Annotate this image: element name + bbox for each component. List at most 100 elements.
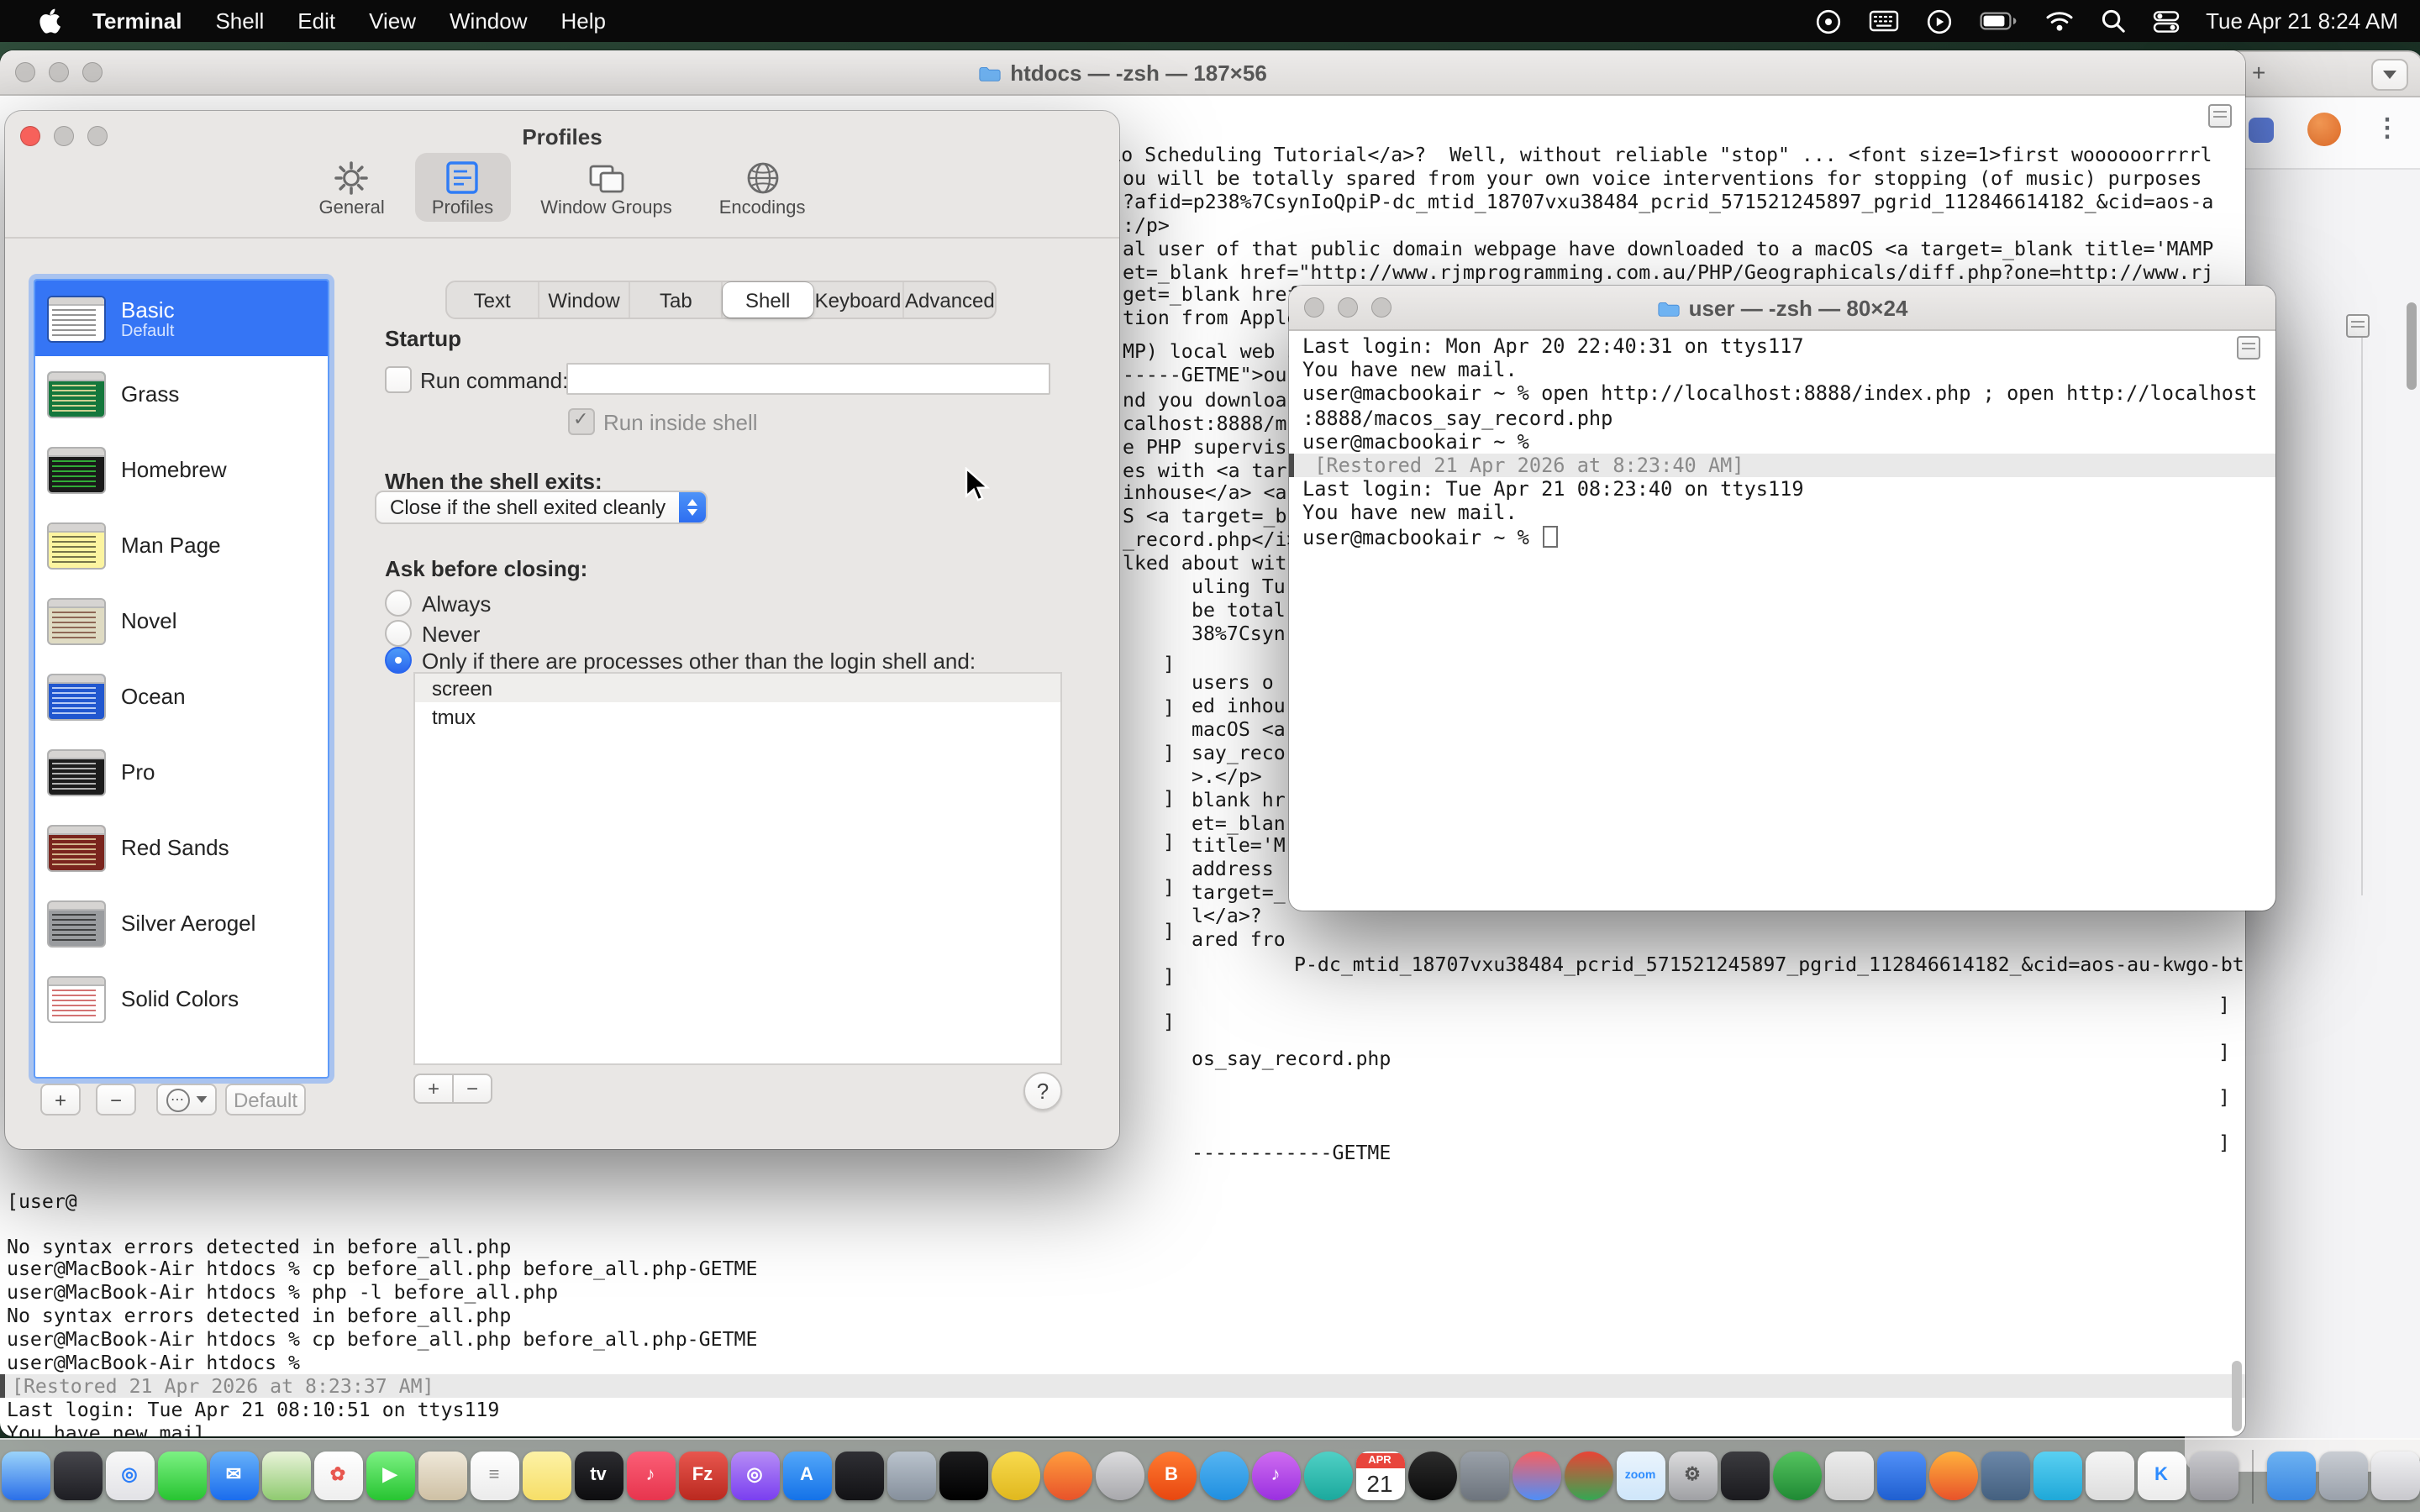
ask-option-0[interactable]: Always xyxy=(385,590,491,617)
dock-filezilla[interactable]: Fz xyxy=(678,1452,727,1500)
profile-novel[interactable]: Novel xyxy=(35,583,328,659)
remove-process-button[interactable]: − xyxy=(452,1074,492,1104)
dock-maps[interactable] xyxy=(261,1452,310,1500)
dock-app-steel[interactable] xyxy=(1981,1452,2029,1500)
dock-mail[interactable]: ✉ xyxy=(209,1452,258,1500)
dock-preview[interactable] xyxy=(886,1452,935,1500)
menu-shell[interactable]: Shell xyxy=(198,8,281,34)
dock-zoom[interactable]: zoom xyxy=(1616,1452,1665,1500)
tab-window[interactable]: Window xyxy=(539,282,630,318)
dock-app-grid[interactable] xyxy=(2189,1452,2238,1500)
logi-options-icon[interactable] xyxy=(1814,8,1841,34)
dock-app-blue[interactable] xyxy=(1876,1452,1925,1500)
profile-solid-colors[interactable]: Solid Colors xyxy=(35,961,328,1037)
dock-system-preferences[interactable]: ⚙ xyxy=(1668,1452,1717,1500)
process-row[interactable]: screen xyxy=(415,674,1060,702)
menu-window[interactable]: Window xyxy=(433,8,544,34)
run-inside-shell-checkbox[interactable] xyxy=(568,408,595,435)
app-menu-terminal[interactable]: Terminal xyxy=(76,8,198,34)
dock-contacts[interactable] xyxy=(418,1452,466,1500)
run-command-checkbox[interactable] xyxy=(385,366,412,393)
close-button[interactable] xyxy=(1304,297,1324,318)
profile-homebrew[interactable]: Homebrew xyxy=(35,432,328,507)
chevron-down-icon[interactable] xyxy=(2371,59,2408,91)
dock-keynote[interactable]: K xyxy=(2137,1452,2186,1500)
dock-telegram[interactable] xyxy=(1199,1452,1248,1500)
titlebar[interactable]: htdocs — -zsh — 187×56 xyxy=(0,50,2245,96)
dock-music[interactable]: ♪ xyxy=(626,1452,675,1500)
dock-firefox[interactable] xyxy=(1928,1452,1977,1500)
titlebar[interactable]: user — -zsh — 80×24 xyxy=(1289,286,2275,331)
dock-quicktime[interactable] xyxy=(939,1452,987,1500)
dock-app-orange[interactable] xyxy=(1043,1452,1092,1500)
close-button[interactable] xyxy=(15,62,35,82)
browser-avatar[interactable] xyxy=(2307,113,2341,146)
profile-basic[interactable]: BasicDefault xyxy=(35,281,328,356)
zoom-button[interactable] xyxy=(1371,297,1392,318)
screen-record-icon[interactable] xyxy=(1925,8,1952,34)
dock-tv[interactable]: tv xyxy=(574,1452,623,1500)
dock-documents-stack[interactable] xyxy=(2318,1452,2367,1500)
dock-launchpad[interactable] xyxy=(53,1452,102,1500)
add-process-button[interactable]: + xyxy=(413,1074,454,1104)
tab-text[interactable]: Text xyxy=(447,282,539,318)
dock-calendar[interactable]: APR21 xyxy=(1355,1452,1404,1500)
zoom-button[interactable] xyxy=(82,62,103,82)
profile-ocean[interactable]: Ocean xyxy=(35,659,328,734)
radio-button[interactable] xyxy=(385,620,412,647)
dock-app-green[interactable] xyxy=(1772,1452,1821,1500)
shell-exit-dropdown[interactable]: Close if the shell exited cleanly xyxy=(375,491,708,524)
menu-bar-clock[interactable]: Tue Apr 21 8:24 AM xyxy=(2206,8,2398,34)
dock-messages[interactable] xyxy=(157,1452,206,1500)
wifi-icon[interactable] xyxy=(2044,10,2073,32)
terminal-window-user[interactable]: user — -zsh — 80×24 Last login: Mon Apr … xyxy=(1289,286,2275,911)
battery-icon[interactable] xyxy=(1979,12,2018,30)
profile-grass[interactable]: Grass xyxy=(35,356,328,432)
remove-profile-button[interactable]: − xyxy=(96,1084,136,1116)
toolbar-encodings[interactable]: Encodings xyxy=(702,153,823,222)
scrollbar[interactable] xyxy=(2407,302,2417,390)
dock-safari[interactable]: ◎ xyxy=(105,1452,154,1500)
profile-pro[interactable]: Pro xyxy=(35,734,328,810)
dock-app-dark[interactable] xyxy=(1720,1452,1769,1500)
new-tab-icon[interactable]: + xyxy=(2252,59,2265,86)
toolbar-window-groups[interactable]: Window Groups xyxy=(523,153,689,222)
dock-app-silver[interactable] xyxy=(1095,1452,1144,1500)
menu-help[interactable]: Help xyxy=(544,8,623,34)
dock-photos[interactable]: ✿ xyxy=(313,1452,362,1500)
help-button[interactable]: ? xyxy=(1023,1072,1062,1110)
browser-extension-icon[interactable] xyxy=(2249,118,2274,143)
dock-app-cyan[interactable] xyxy=(2033,1452,2081,1500)
radio-button[interactable] xyxy=(385,590,412,617)
profile-actions-menu-button[interactable]: ⋯ xyxy=(156,1084,217,1116)
apple-menu-icon[interactable] xyxy=(24,8,76,34)
dock-notes[interactable] xyxy=(522,1452,571,1500)
dock-facetime[interactable]: ▶ xyxy=(366,1452,414,1500)
control-center-icon[interactable] xyxy=(2152,9,2179,33)
dock-stocks[interactable] xyxy=(834,1452,883,1500)
dock-podcasts[interactable]: ◎ xyxy=(730,1452,779,1500)
dock-mamp[interactable] xyxy=(2085,1452,2133,1500)
dock-downloads-folder[interactable] xyxy=(2266,1452,2315,1500)
menu-view[interactable]: View xyxy=(352,8,433,34)
dock-app-teal[interactable] xyxy=(1303,1452,1352,1500)
radio-button[interactable] xyxy=(385,647,412,674)
browser-menu-icon[interactable]: ⋮ xyxy=(2375,113,2400,143)
keyboard-icon[interactable] xyxy=(1868,10,1898,32)
terminal-preferences-window[interactable]: Profiles GeneralProfilesWindow GroupsEnc… xyxy=(5,111,1119,1149)
default-button[interactable]: Default xyxy=(225,1084,306,1116)
minimize-button[interactable] xyxy=(49,62,69,82)
dock-chrome[interactable] xyxy=(1564,1452,1612,1500)
terminal-content[interactable]: Last login: Mon Apr 20 22:40:31 on ttys1… xyxy=(1289,329,2275,911)
tab-tab[interactable]: Tab xyxy=(631,282,723,318)
ask-option-2[interactable]: Only if there are processes other than t… xyxy=(385,647,976,674)
profile-silver-aerogel[interactable]: Silver Aerogel xyxy=(35,885,328,961)
dock-finder[interactable] xyxy=(1,1452,50,1500)
toolbar-profiles[interactable]: Profiles xyxy=(415,153,510,222)
tab-advanced[interactable]: Advanced xyxy=(905,282,995,318)
dock-brave[interactable]: B xyxy=(1147,1452,1196,1500)
tab-shell[interactable]: Shell xyxy=(723,282,813,318)
toolbar-general[interactable]: General xyxy=(302,153,402,222)
dock-app-store[interactable]: A xyxy=(782,1452,831,1500)
dock-app-light[interactable] xyxy=(1824,1452,1873,1500)
